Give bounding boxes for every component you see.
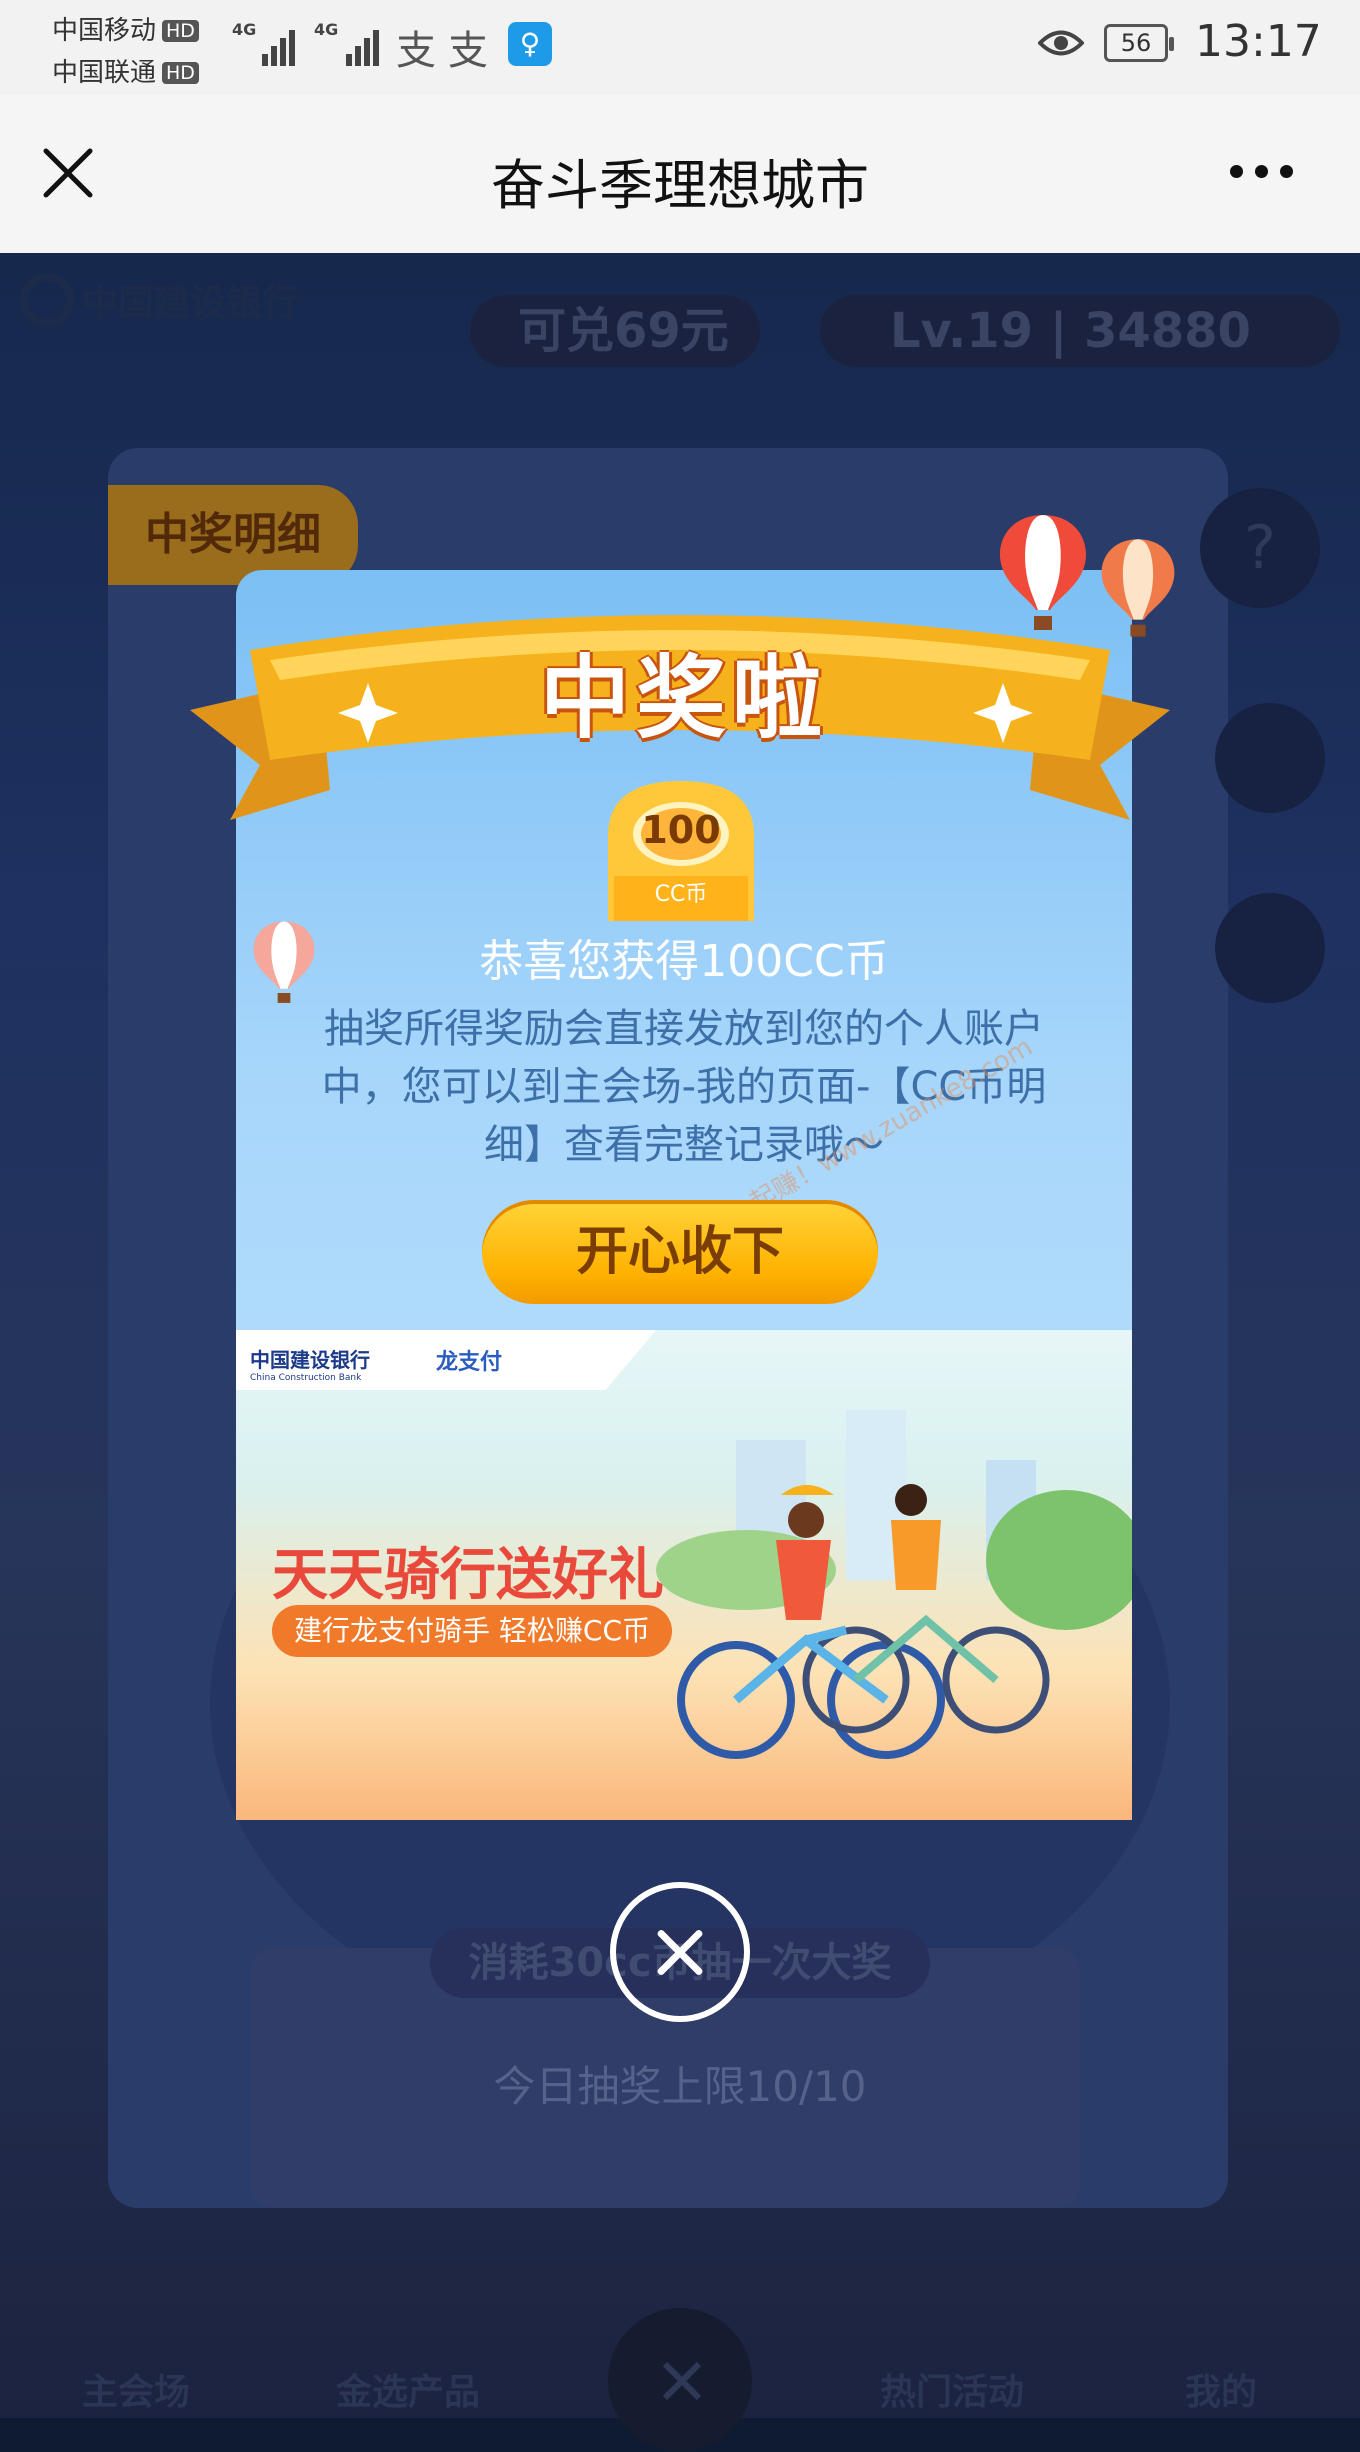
battery-icon: 56 <box>1104 24 1174 62</box>
page-title: 奋斗季理想城市 <box>491 154 869 217</box>
alipay-icon: 支 <box>396 28 436 74</box>
coin-unit: CC币 <box>654 882 708 907</box>
hd-badge: HD <box>162 20 199 42</box>
tab-bar: 主会场 金选产品 热门活动 我的 <box>0 2308 1360 2452</box>
close-icon <box>608 2308 752 2452</box>
daily-limit: 今日抽奖上限10/10 <box>493 2062 867 2111</box>
alipay-icon: 支 <box>448 28 488 74</box>
points-pill: 可兑69元 <box>470 295 760 367</box>
tab-hot-events: 热门活动 <box>880 2372 1025 2413</box>
signal-icon: 4G <box>314 20 379 66</box>
congrats-text: 恭喜您获得100CC币 <box>479 936 889 987</box>
side-icon <box>1215 893 1325 1003</box>
level-pill: Lv.19 | 34880 <box>820 295 1340 367</box>
lightbulb-icon: ♀ <box>508 22 552 66</box>
eye-icon <box>1038 30 1084 56</box>
help-icon: ? <box>1200 488 1320 608</box>
bank-logo: 中国建设银行 <box>20 273 298 327</box>
accept-button[interactable]: 开心收下 <box>482 1200 878 1304</box>
ad-pay-logo: 龙支付 <box>436 1350 503 1375</box>
side-icon <box>1215 703 1325 813</box>
hd-badge: HD <box>162 62 199 84</box>
ad-subline: 建行龙支付骑手 轻松赚CC币 <box>272 1605 673 1657</box>
cycling-illustration <box>656 1410 1132 1759</box>
coin-value: 100 <box>641 808 721 852</box>
carrier-1: 中国移动 HD <box>52 10 199 47</box>
clock: 13:17 <box>1195 16 1322 67</box>
tab-products: 金选产品 <box>336 2372 481 2413</box>
tab-main-venue: 主会场 <box>82 2372 191 2413</box>
ad-bank-logo: 中国建设银行 China Construction Bank <box>250 1348 370 1383</box>
more-icon[interactable] <box>1230 165 1300 185</box>
ribbon-title: 中奖啦 <box>540 646 828 751</box>
carrier-2: 中国联通 HD <box>52 52 199 89</box>
close-dialog-button[interactable] <box>610 1882 750 2022</box>
title-bar: 奋斗季理想城市 <box>0 95 1360 253</box>
ad-banner[interactable]: 中国建设银行 China Construction Bank 龙支付 天天骑行送好… <box>236 1330 1132 1820</box>
signal-icon: 4G <box>232 20 295 66</box>
tab-mine: 我的 <box>1185 2372 1258 2413</box>
ad-headline: 天天骑行送好礼 <box>272 1543 664 1608</box>
status-bar: 中国移动 HD 中国联通 HD 4G 4G 支 支 ♀ 56 13:17 <box>0 0 1360 95</box>
